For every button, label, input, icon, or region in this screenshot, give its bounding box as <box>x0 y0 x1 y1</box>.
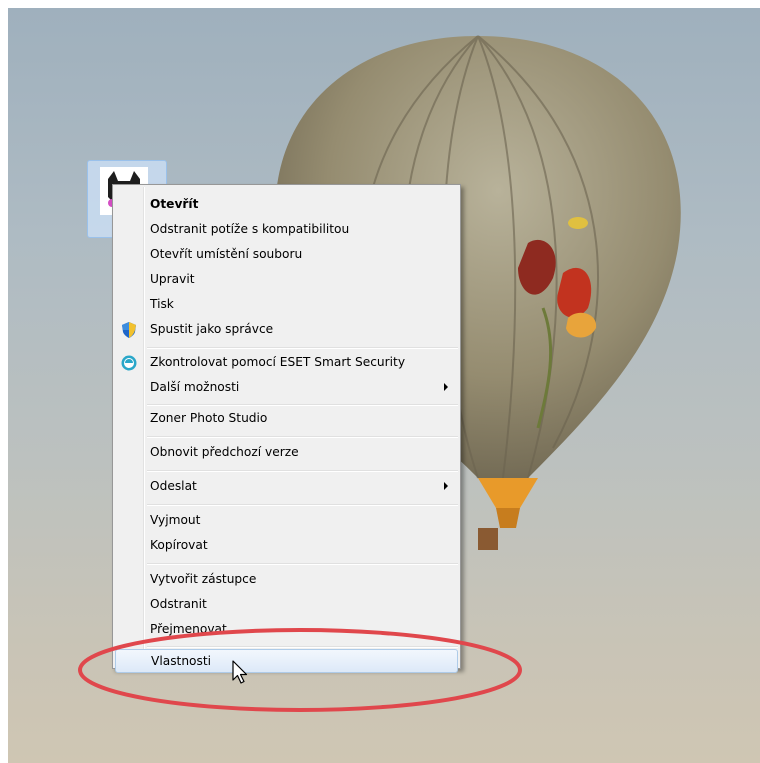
menu-item-label: Zoner Photo Studio <box>150 411 268 425</box>
menu-item-cut[interactable]: Vyjmout <box>115 509 458 533</box>
menu-item-create-shortcut[interactable]: Vytvořit zástupce <box>115 568 458 592</box>
menu-item-send-to[interactable]: Odeslat <box>115 475 458 499</box>
menu-item-zoner-photo-studio[interactable]: Zoner Photo Studio <box>115 407 458 431</box>
menu-item-copy[interactable]: Kopírovat <box>115 534 458 558</box>
menu-item-open-file-location[interactable]: Otevřít umístění souboru <box>115 243 458 267</box>
menu-item-label: Upravit <box>150 272 195 286</box>
menu-item-label: Odstranit potíže s kompatibilitou <box>150 222 350 236</box>
menu-item-more-options[interactable]: Další možnosti <box>115 376 458 400</box>
menu-separator <box>147 504 458 506</box>
menu-separator <box>147 470 458 472</box>
menu-item-delete[interactable]: Odstranit <box>115 593 458 617</box>
menu-item-properties[interactable]: Vlastnosti <box>115 649 458 673</box>
submenu-arrow-icon <box>444 383 448 391</box>
menu-item-label: Zkontrolovat pomocí ESET Smart Security <box>150 355 406 369</box>
menu-separator <box>147 347 458 349</box>
menu-item-label: Obnovit předchozí verze <box>150 445 299 459</box>
menu-item-label: Otevřít umístění souboru <box>150 247 303 261</box>
menu-item-rename[interactable]: Přejmenovat <box>115 618 458 642</box>
menu-separator <box>147 436 458 438</box>
menu-item-label: Tisk <box>150 297 174 311</box>
menu-item-label: Odstranit <box>150 597 207 611</box>
uac-shield-icon <box>122 322 136 338</box>
menu-item-label: Spustit jako správce <box>150 322 274 336</box>
mouse-pointer-icon <box>232 660 248 684</box>
menu-item-label: Otevřít <box>150 197 199 211</box>
menu-separator <box>147 404 458 406</box>
menu-item-restore-previous-versions[interactable]: Obnovit předchozí verze <box>115 441 458 465</box>
menu-item-open[interactable]: Otevřít <box>115 193 458 217</box>
menu-item-label: Vlastnosti <box>151 654 212 668</box>
eset-icon <box>121 355 137 371</box>
menu-item-print[interactable]: Tisk <box>115 293 458 317</box>
menu-item-run-as-admin[interactable]: Spustit jako správce <box>115 318 458 342</box>
menu-item-label: Vytvořit zástupce <box>150 572 257 586</box>
menu-separator <box>147 646 458 648</box>
menu-item-edit[interactable]: Upravit <box>115 268 458 292</box>
menu-item-eset-scan[interactable]: Zkontrolovat pomocí ESET Smart Security <box>115 351 458 375</box>
menu-separator <box>147 563 458 565</box>
menu-item-label: Vyjmout <box>150 513 201 527</box>
menu-item-label: Odeslat <box>150 479 197 493</box>
submenu-arrow-icon <box>444 482 448 490</box>
menu-item-label: Kopírovat <box>150 538 208 552</box>
context-menu[interactable]: Otevřít Odstranit potíže s kompatibilito… <box>112 184 461 673</box>
menu-item-label: Přejmenovat <box>150 622 227 636</box>
menu-item-troubleshoot-compatibility[interactable]: Odstranit potíže s kompatibilitou <box>115 218 458 242</box>
menu-item-label: Další možnosti <box>150 380 240 394</box>
